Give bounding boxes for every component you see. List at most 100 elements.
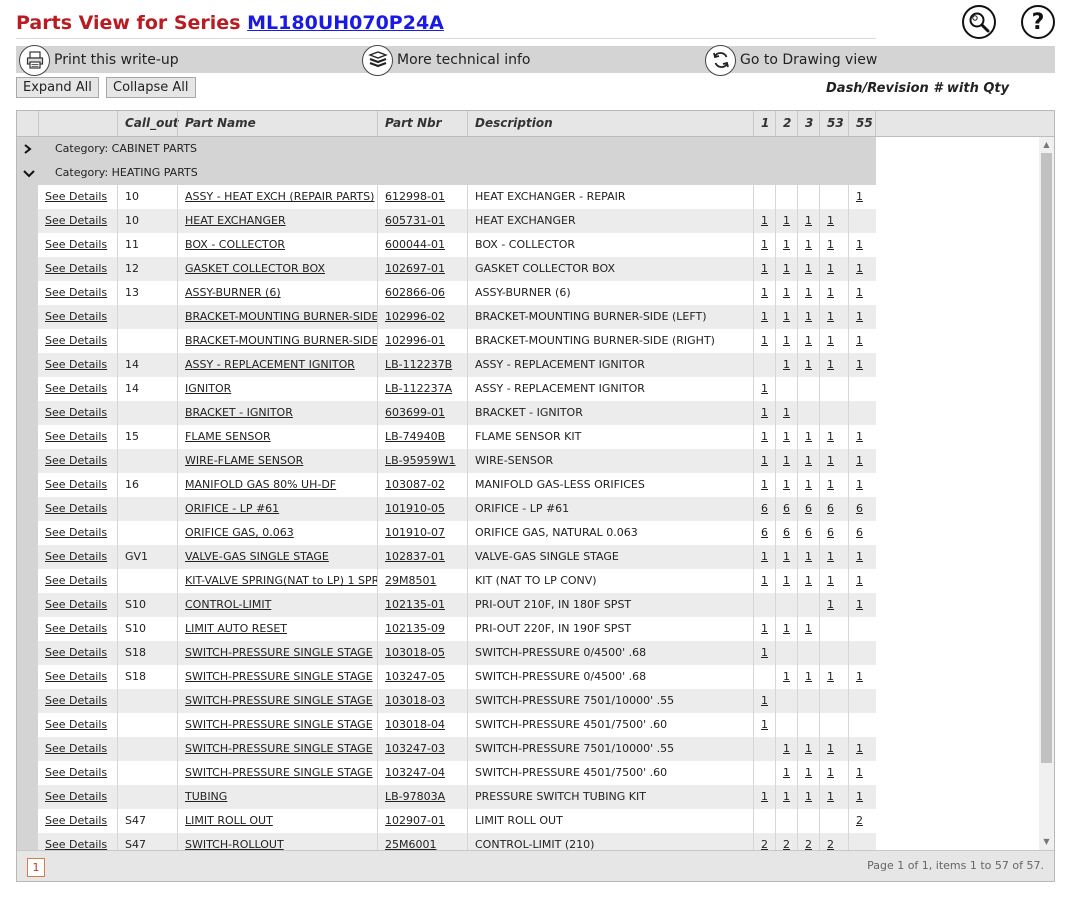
part-nbr-link[interactable]: 103018-05	[385, 646, 445, 659]
qty-link[interactable]: 1	[761, 718, 768, 731]
qty-link[interactable]: 1	[783, 334, 790, 347]
part-name-link[interactable]: FLAME SENSOR	[185, 430, 271, 443]
see-details-link[interactable]: See Details	[45, 214, 107, 227]
qty-link[interactable]: 1	[827, 478, 834, 491]
see-details-link[interactable]: See Details	[45, 334, 107, 347]
part-nbr-link[interactable]: 612998-01	[385, 190, 445, 203]
part-name-link[interactable]: CONTROL-LIMIT	[185, 598, 271, 611]
part-name-link[interactable]: ASSY - REPLACEMENT IGNITOR	[185, 358, 355, 371]
qty-link[interactable]: 1	[827, 742, 834, 755]
see-details-link[interactable]: See Details	[45, 622, 107, 635]
qty-link[interactable]: 1	[783, 238, 790, 251]
see-details-link[interactable]: See Details	[45, 430, 107, 443]
part-nbr-link[interactable]: 102697-01	[385, 262, 445, 275]
part-name-link[interactable]: SWITCH-PRESSURE SINGLE STAGE	[185, 742, 373, 755]
qty-link[interactable]: 1	[805, 574, 812, 587]
see-details-link[interactable]: See Details	[45, 358, 107, 371]
qty-link[interactable]: 1	[856, 670, 863, 683]
qty-link[interactable]: 1	[805, 238, 812, 251]
see-details-link[interactable]: See Details	[45, 694, 107, 707]
part-name-link[interactable]: BOX - COLLECTOR	[185, 238, 285, 251]
part-name-link[interactable]: BRACKET-MOUNTING BURNER-SIDE (LEFT)	[185, 310, 377, 323]
header-rev-53[interactable]: 53	[819, 111, 848, 136]
see-details-link[interactable]: See Details	[45, 790, 107, 803]
see-details-link[interactable]: See Details	[45, 382, 107, 395]
qty-link[interactable]: 1	[827, 262, 834, 275]
see-details-link[interactable]: See Details	[45, 526, 107, 539]
part-nbr-link[interactable]: 102135-01	[385, 598, 445, 611]
qty-link[interactable]: 1	[805, 358, 812, 371]
part-nbr-link[interactable]: 103247-04	[385, 766, 445, 779]
see-details-link[interactable]: See Details	[45, 598, 107, 611]
part-name-link[interactable]: GASKET COLLECTOR BOX	[185, 262, 325, 275]
qty-link[interactable]: 1	[761, 262, 768, 275]
drawing-view-button[interactable]: Go to Drawing view	[705, 44, 877, 76]
part-nbr-link[interactable]: 603699-01	[385, 406, 445, 419]
qty-link[interactable]: 1	[827, 454, 834, 467]
qty-link[interactable]: 1	[783, 430, 790, 443]
qty-link[interactable]: 1	[761, 334, 768, 347]
chevron-right-icon[interactable]	[23, 137, 37, 161]
qty-link[interactable]: 1	[856, 766, 863, 779]
header-callout[interactable]: Call_out	[117, 111, 179, 136]
help-icon[interactable]: ?	[1021, 5, 1055, 39]
qty-link[interactable]: 6	[783, 526, 790, 539]
qty-link[interactable]: 1	[856, 310, 863, 323]
qty-link[interactable]: 1	[856, 742, 863, 755]
part-name-link[interactable]: ORIFICE GAS, 0.063	[185, 526, 294, 539]
part-name-link[interactable]: SWITCH-PRESSURE SINGLE STAGE	[185, 766, 373, 779]
see-details-link[interactable]: See Details	[45, 550, 107, 563]
qty-link[interactable]: 1	[783, 622, 790, 635]
see-details-link[interactable]: See Details	[45, 766, 107, 779]
qty-link[interactable]: 2	[761, 838, 768, 850]
part-nbr-link[interactable]: 103018-04	[385, 718, 445, 731]
qty-link[interactable]: 1	[761, 478, 768, 491]
qty-link[interactable]: 1	[783, 550, 790, 563]
qty-link[interactable]: 1	[783, 670, 790, 683]
qty-link[interactable]: 1	[827, 358, 834, 371]
part-name-link[interactable]: MANIFOLD GAS 80% UH-DF	[185, 478, 336, 491]
part-nbr-link[interactable]: 600044-01	[385, 238, 445, 251]
header-rev-1[interactable]: 1	[753, 111, 775, 136]
part-name-link[interactable]: LIMIT ROLL OUT	[185, 814, 273, 827]
qty-link[interactable]: 1	[856, 478, 863, 491]
qty-link[interactable]: 1	[827, 574, 834, 587]
qty-link[interactable]: 6	[827, 502, 834, 515]
qty-link[interactable]: 1	[856, 334, 863, 347]
qty-link[interactable]: 1	[761, 622, 768, 635]
scrollbar-thumb[interactable]	[1041, 153, 1052, 763]
qty-link[interactable]: 1	[805, 454, 812, 467]
part-name-link[interactable]: SWITCH-PRESSURE SINGLE STAGE	[185, 646, 373, 659]
part-name-link[interactable]: ASSY - HEAT EXCH (REPAIR PARTS)	[185, 190, 374, 203]
qty-link[interactable]: 1	[783, 574, 790, 587]
qty-link[interactable]: 6	[827, 526, 834, 539]
qty-link[interactable]: 1	[761, 310, 768, 323]
tech-info-button[interactable]: More technical info	[362, 44, 530, 76]
qty-link[interactable]: 2	[805, 838, 812, 850]
part-nbr-link[interactable]: 29M8501	[385, 574, 436, 587]
part-nbr-link[interactable]: LB-74940B	[385, 430, 445, 443]
part-name-link[interactable]: BRACKET - IGNITOR	[185, 406, 293, 419]
qty-link[interactable]: 1	[827, 598, 834, 611]
part-name-link[interactable]: SWITCH-PRESSURE SINGLE STAGE	[185, 670, 373, 683]
qty-link[interactable]: 1	[761, 454, 768, 467]
part-nbr-link[interactable]: 103087-02	[385, 478, 445, 491]
series-link[interactable]: ML180UH070P24A	[247, 12, 444, 34]
part-nbr-link[interactable]: 103018-03	[385, 694, 445, 707]
print-button[interactable]: Print this write-up	[19, 44, 179, 76]
qty-link[interactable]: 1	[805, 430, 812, 443]
expand-all-button[interactable]: Expand All	[16, 77, 99, 98]
qty-link[interactable]: 1	[783, 742, 790, 755]
part-name-link[interactable]: BRACKET-MOUNTING BURNER-SIDE (RIGHT)	[185, 334, 377, 347]
see-details-link[interactable]: See Details	[45, 838, 107, 850]
qty-link[interactable]: 1	[827, 766, 834, 779]
qty-link[interactable]: 1	[783, 766, 790, 779]
qty-link[interactable]: 1	[783, 478, 790, 491]
qty-link[interactable]: 1	[856, 238, 863, 251]
part-nbr-link[interactable]: 101910-05	[385, 502, 445, 515]
qty-link[interactable]: 2	[827, 838, 834, 850]
qty-link[interactable]: 1	[856, 598, 863, 611]
qty-link[interactable]: 1	[805, 766, 812, 779]
qty-link[interactable]: 1	[761, 550, 768, 563]
part-nbr-link[interactable]: LB-95959W1	[385, 454, 456, 467]
